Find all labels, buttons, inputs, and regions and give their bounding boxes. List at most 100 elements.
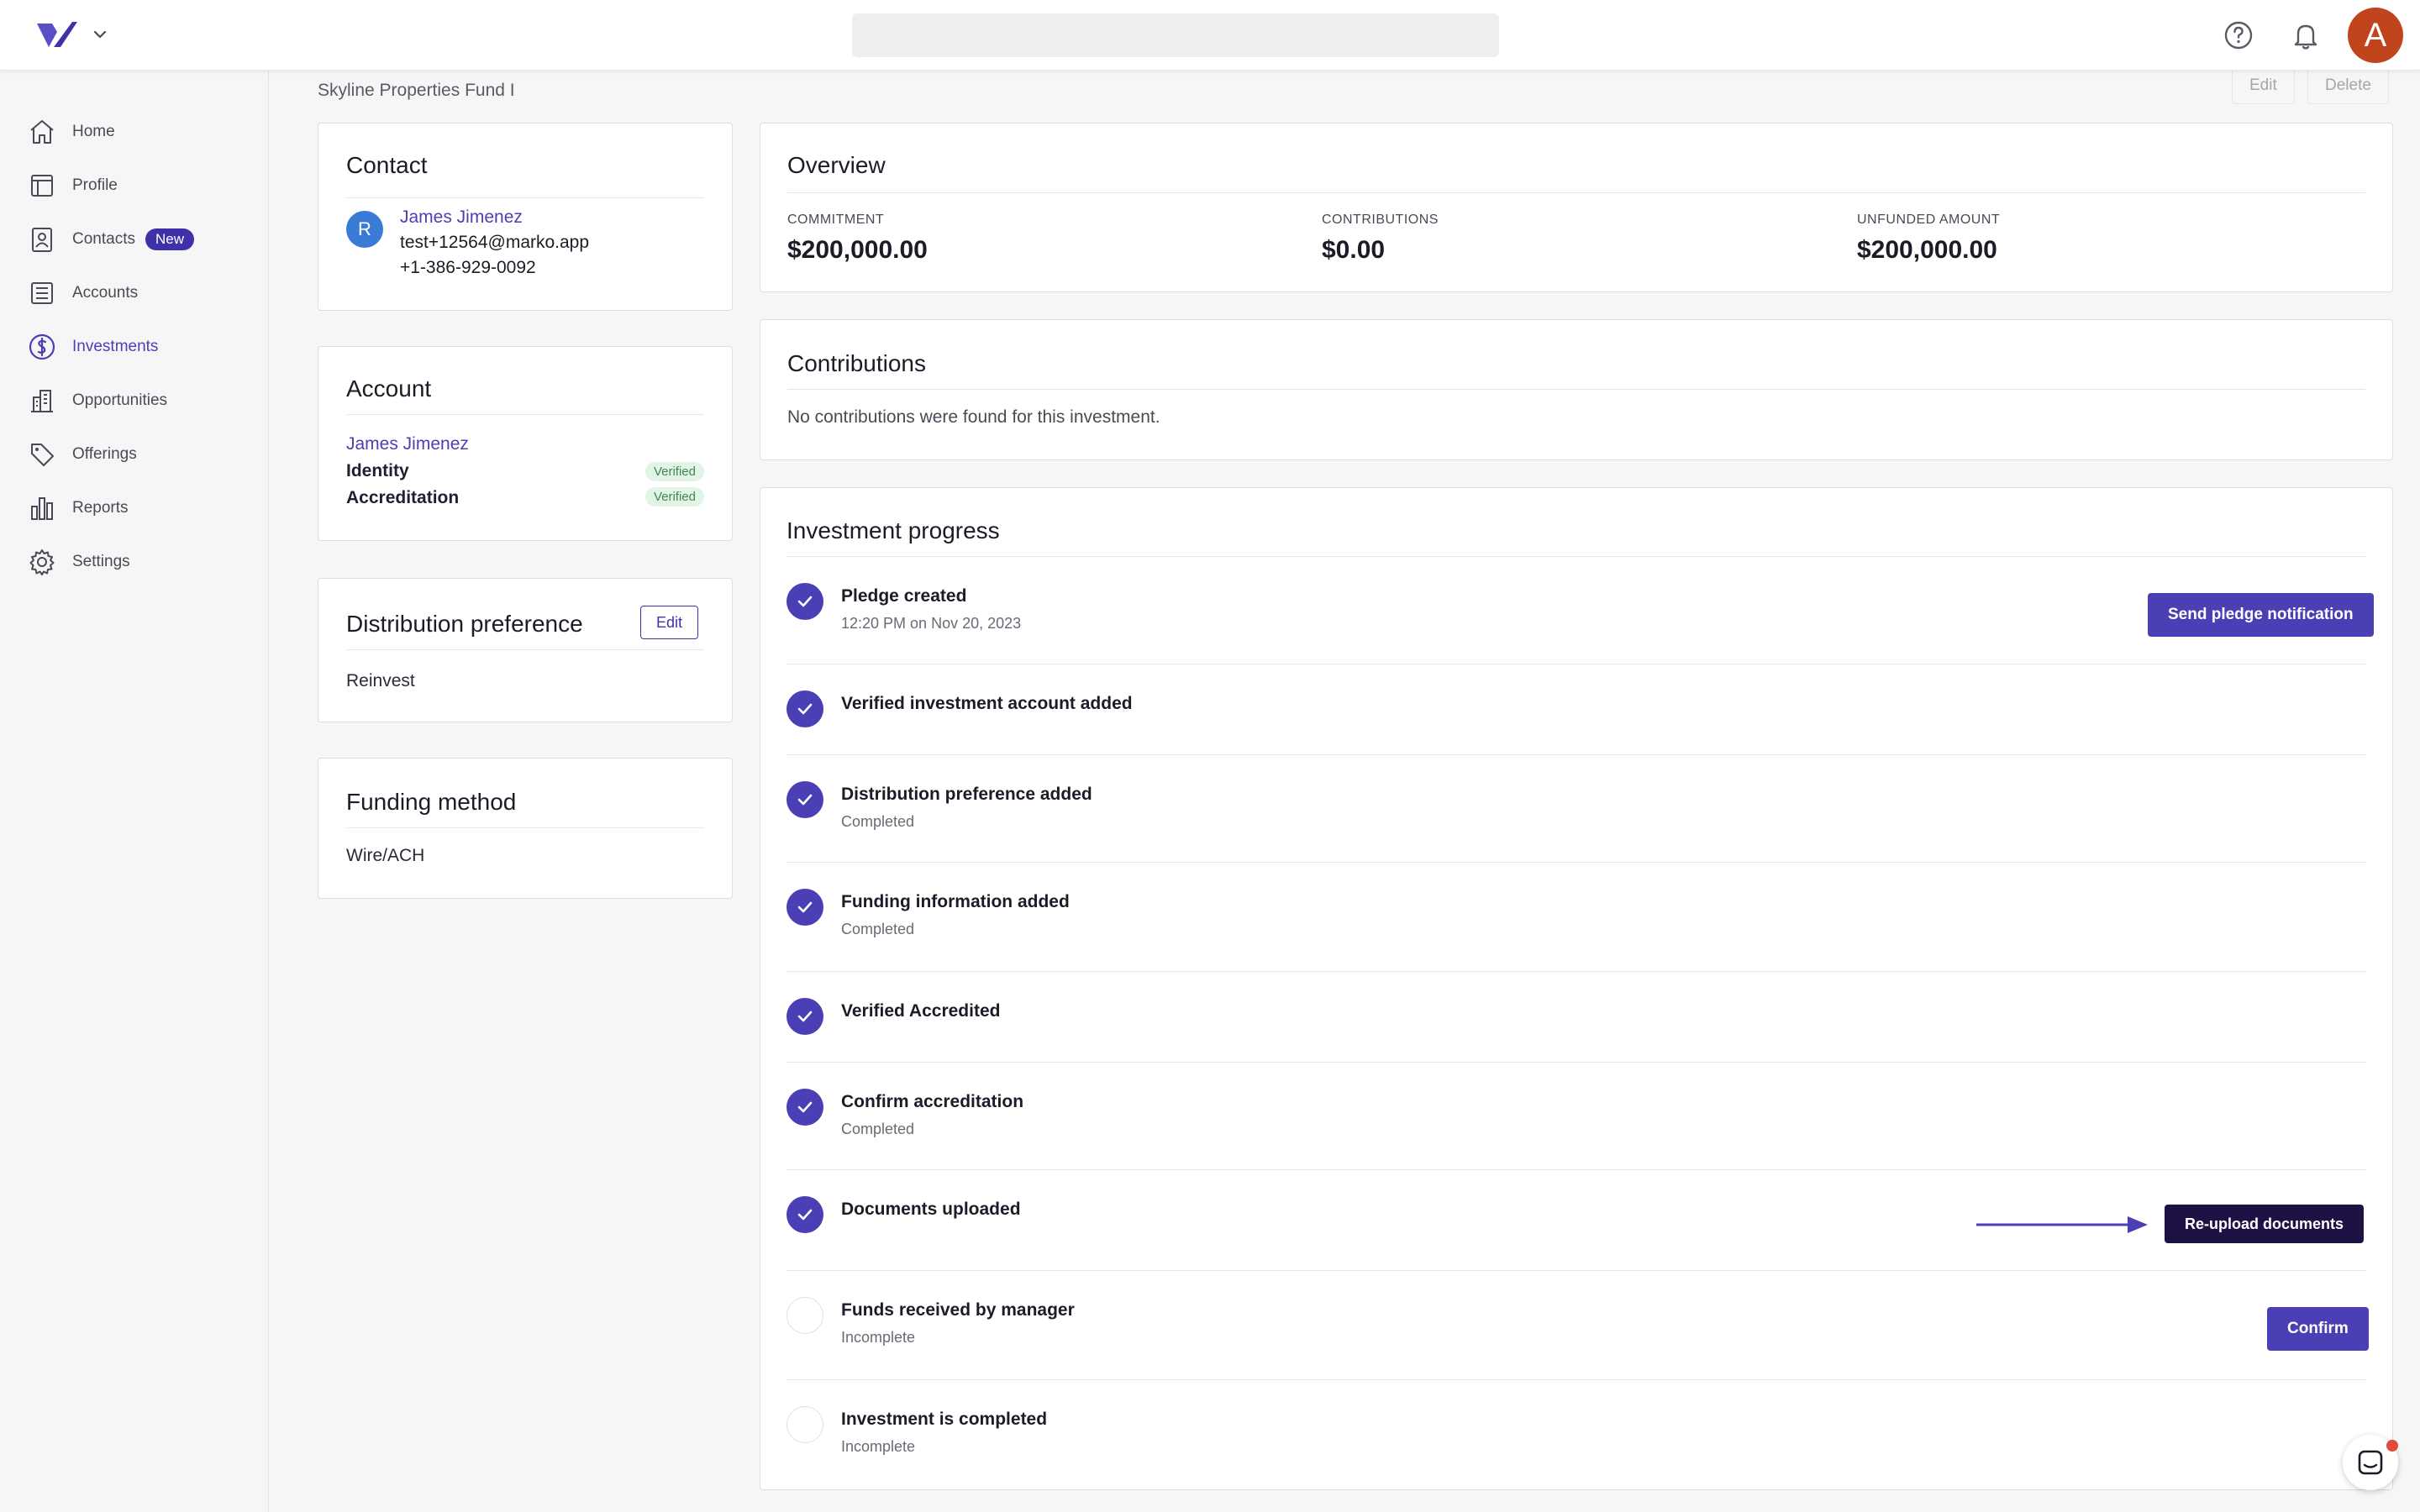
step-title: Verified Accredited	[841, 1001, 1001, 1021]
sidebar-item-investments[interactable]: Investments	[27, 330, 158, 364]
divider	[346, 649, 704, 650]
sidebar-item-label: Reports	[72, 499, 129, 517]
sidebar-item-settings[interactable]: Settings	[27, 545, 130, 579]
divider	[786, 1169, 2366, 1170]
sidebar-item-home[interactable]: Home	[27, 115, 115, 149]
accreditation-label: Accreditation	[346, 488, 460, 507]
home-icon	[30, 120, 54, 144]
investment-progress-card	[760, 487, 2393, 1490]
help-icon[interactable]	[2222, 18, 2255, 52]
identity-verified-badge: Verified	[644, 462, 704, 481]
account-card: Account James Jimenez Identity Verified …	[318, 346, 733, 541]
commitment-value: $200,000.00	[787, 236, 928, 264]
sidebar-item-profile[interactable]: Profile	[27, 169, 118, 202]
divider	[786, 862, 2366, 863]
contributions-title: Contributions	[787, 350, 926, 376]
delete-investment-button[interactable]: Delete	[2307, 67, 2389, 104]
contributions-card: Contributions No contributions were foun…	[760, 319, 2393, 460]
edit-distribution-button[interactable]: Edit	[640, 606, 699, 639]
sidebar-item-label: Accounts	[72, 284, 139, 302]
step-check-icon	[786, 1089, 823, 1126]
contact-name-link[interactable]: James Jimenez	[400, 207, 523, 228]
funding-title: Funding method	[346, 789, 517, 815]
contact-card: Contact R James Jimenez test+12564@marko…	[318, 123, 733, 311]
step-title: Funds received by manager	[841, 1300, 1075, 1320]
step-check-icon	[786, 583, 823, 620]
top-bar: A	[0, 0, 2420, 71]
funding-value: Wire/ACH	[346, 846, 425, 865]
bell-icon[interactable]	[2289, 18, 2323, 52]
reports-icon	[31, 497, 53, 520]
edit-investment-button[interactable]: Edit	[2232, 67, 2295, 104]
step-title: Pledge created	[841, 586, 967, 606]
contact-avatar: R	[346, 211, 383, 248]
sidebar-item-label: Contacts	[72, 230, 135, 248]
contributions-label: CONTRIBUTIONS	[1322, 213, 1439, 227]
divider	[346, 197, 704, 198]
unfunded-value: $200,000.00	[1857, 236, 1997, 264]
sidebar-item-label: Settings	[72, 553, 130, 570]
sidebar-item-label: Home	[72, 123, 115, 140]
step-subtitle: Completed	[841, 921, 915, 937]
distribution-value: Reinvest	[346, 671, 415, 690]
sidebar-item-label: Offerings	[72, 445, 137, 463]
overview-title: Overview	[787, 152, 886, 178]
send-pledge-notification-button[interactable]: Send pledge notification	[2148, 593, 2374, 637]
step-check-icon	[786, 1196, 823, 1233]
user-avatar[interactable]: A	[2348, 8, 2403, 63]
divider	[786, 556, 2366, 557]
profile-icon	[31, 175, 53, 197]
divider	[787, 192, 2365, 193]
sidebar-item-opportunities[interactable]: Opportunities	[27, 384, 167, 417]
progress-title: Investment progress	[786, 517, 1000, 543]
funding-method-card: Funding method Wire/ACH	[318, 758, 733, 899]
sidebar-item-offerings[interactable]: Offerings	[27, 438, 137, 471]
unfunded-label: UNFUNDED AMOUNT	[1857, 213, 2001, 227]
contact-email: test+12564@marko.app	[400, 233, 590, 252]
contributions-empty-text: No contributions were found for this inv…	[787, 407, 1160, 427]
step-title: Confirm accreditation	[841, 1092, 1024, 1111]
sidebar-item-reports[interactable]: Reports	[27, 491, 129, 525]
step-title: Verified investment account added	[841, 694, 1133, 713]
search-input[interactable]	[852, 13, 1499, 57]
account-title: Account	[346, 375, 432, 402]
sidebar-item-label: Investments	[72, 338, 159, 355]
sidebar-item-accounts[interactable]: Accounts	[27, 276, 138, 310]
step-subtitle: Incomplete	[841, 1438, 916, 1455]
step-subtitle: 12:20 PM on Nov 20, 2023	[841, 615, 1022, 632]
step-title: Documents uploaded	[841, 1200, 1021, 1219]
sidebar-item-label: Opportunities	[72, 391, 168, 409]
account-name-link[interactable]: James Jimenez	[346, 434, 469, 454]
reupload-documents-button[interactable]: Re-upload documents	[2165, 1205, 2365, 1243]
sidebar: Home Profile Contacts New Accounts Inves…	[0, 71, 269, 1512]
logo-icon[interactable]	[35, 18, 79, 52]
chevron-down-icon[interactable]	[91, 25, 109, 44]
accreditation-verified-badge: Verified	[644, 487, 704, 507]
arrow-right-icon	[1976, 1216, 2148, 1233]
new-badge: New	[145, 228, 194, 250]
step-check-icon	[786, 998, 823, 1035]
divider	[786, 754, 2366, 755]
divider	[786, 1379, 2366, 1380]
notification-dot	[2386, 1440, 2398, 1452]
step-title: Investment is completed	[841, 1410, 1048, 1429]
settings-icon	[29, 549, 55, 575]
step-check-icon	[786, 690, 823, 727]
confirm-button[interactable]: Confirm	[2267, 1307, 2369, 1351]
accounts-icon	[31, 282, 53, 304]
divider	[346, 414, 704, 415]
divider	[787, 389, 2365, 390]
contact-title: Contact	[346, 152, 428, 178]
divider	[786, 1270, 2366, 1271]
divider	[786, 971, 2366, 972]
divider	[346, 827, 704, 828]
page-subtitle: Skyline Properties Fund I	[318, 81, 515, 100]
identity-label: Identity	[346, 461, 409, 480]
step-subtitle: Completed	[841, 1121, 915, 1137]
investments-icon	[29, 333, 55, 360]
step-empty-circle	[786, 1406, 823, 1443]
overview-card: Overview COMMITMENT $200,000.00 CONTRIBU…	[760, 123, 2393, 292]
step-empty-circle	[786, 1297, 823, 1334]
sidebar-item-contacts[interactable]: Contacts New	[27, 223, 194, 256]
opportunities-icon	[31, 390, 53, 412]
